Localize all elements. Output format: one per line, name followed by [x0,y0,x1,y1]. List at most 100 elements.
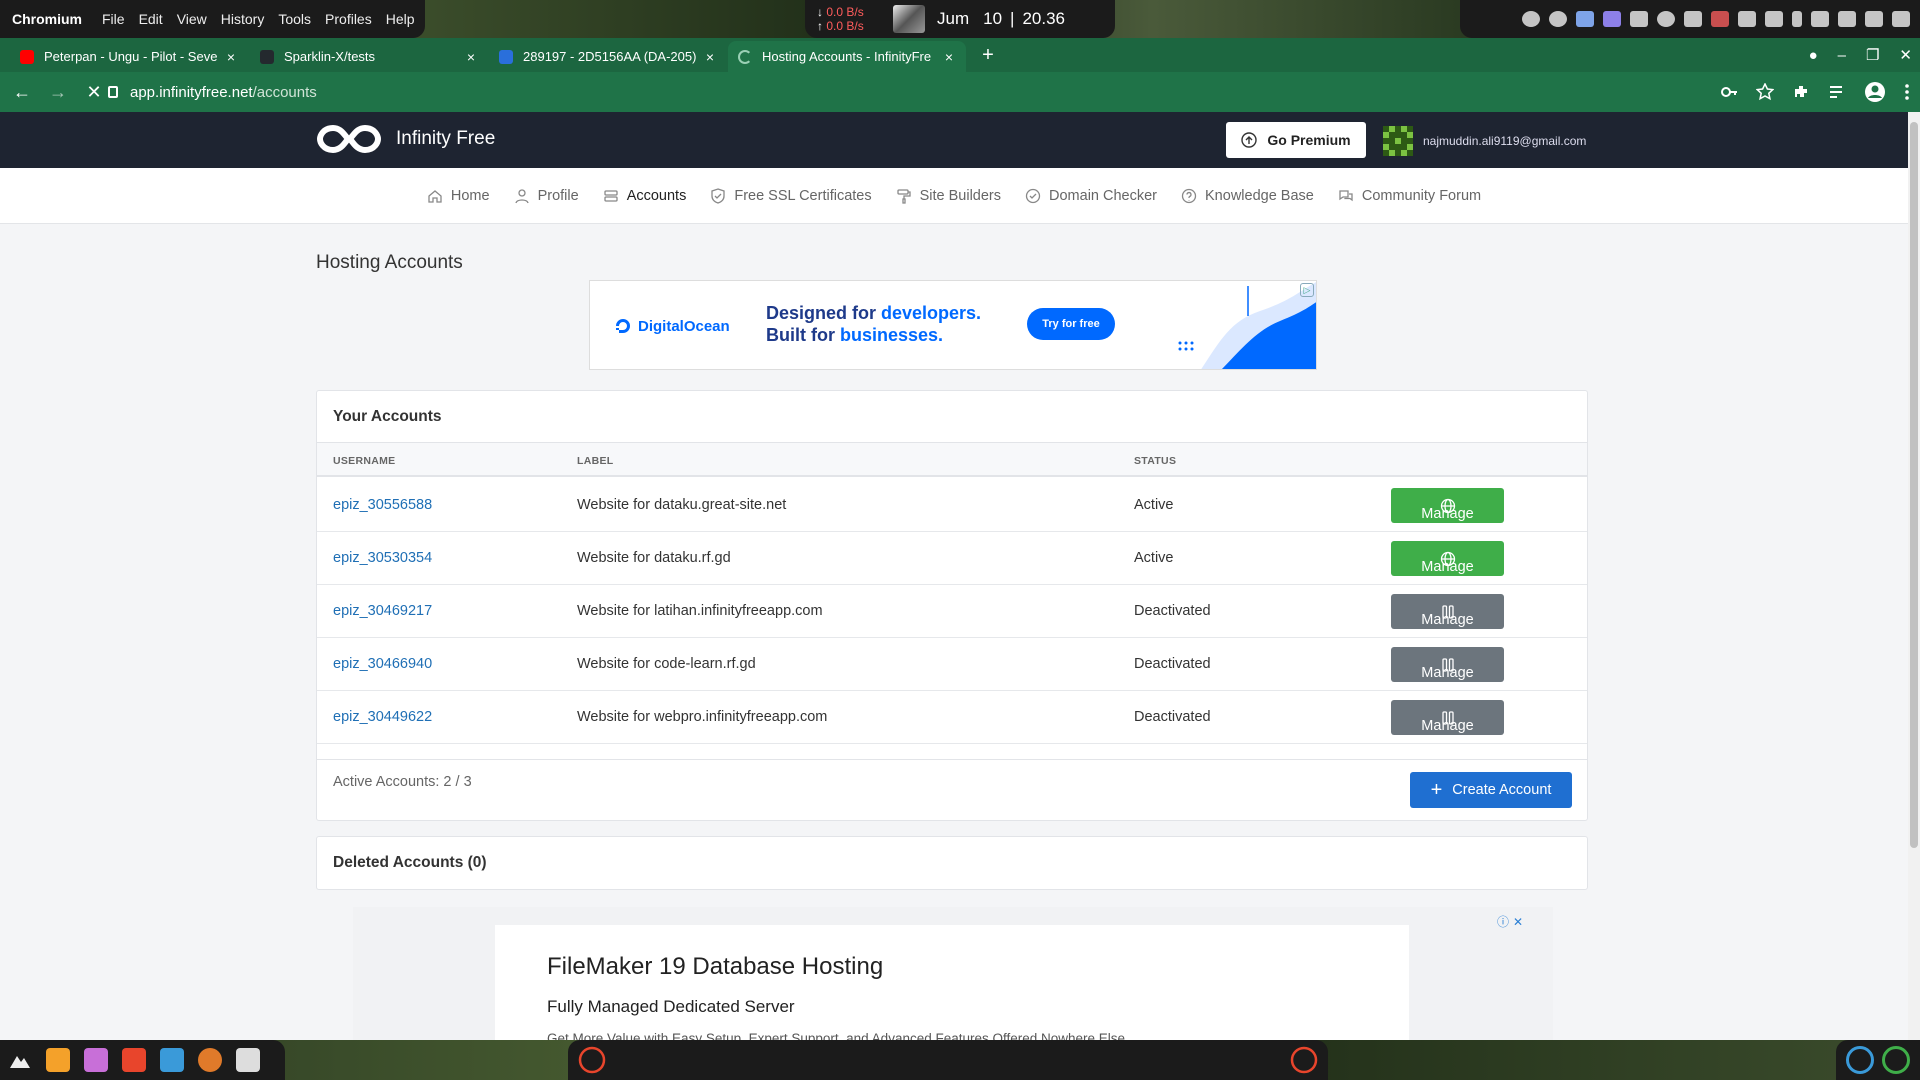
audio-visualizer [568,1040,1328,1080]
close-tab-icon[interactable]: × [224,49,238,65]
code-editor-icon[interactable] [1882,1046,1910,1074]
display-icon[interactable] [1765,11,1783,27]
nav-label: Community Forum [1361,187,1482,204]
phone-icon[interactable] [1792,11,1802,27]
maximize-icon[interactable]: ❐ [1866,46,1879,64]
profile-avatar-icon[interactable] [1864,81,1886,103]
manage-button[interactable]: Manage [1391,488,1504,523]
manage-button[interactable]: Manage [1391,594,1504,629]
ad-choices-icon[interactable]: ▷ [1300,283,1314,297]
key-icon[interactable] [1720,83,1738,101]
image-viewer-icon[interactable] [84,1048,108,1072]
bulb-icon[interactable] [1657,11,1675,27]
account-username-link[interactable]: epiz_30466940 [333,656,432,672]
clipboard-icon[interactable] [1630,11,1648,27]
go-premium-button[interactable]: Go Premium [1226,122,1366,158]
filemaker-ad[interactable]: ⓘ✕ FileMaker 19 Database Hosting Fully M… [353,907,1553,1040]
os-app-name[interactable]: Chromium [12,11,82,27]
kebab-menu-icon[interactable] [1904,83,1910,101]
account-username-link[interactable]: epiz_30530354 [333,550,432,566]
account-username-link[interactable]: epiz_30556588 [333,497,432,513]
user-tray-icon[interactable] [1603,11,1621,27]
mountain-menu-icon[interactable] [8,1048,32,1072]
document-icon[interactable] [236,1048,260,1072]
os-menu-item[interactable]: View [177,11,207,27]
browser-tab-active[interactable]: Hosting Accounts - InfinityFre × [728,41,966,72]
close-tab-icon[interactable]: × [703,49,717,65]
settings-icon[interactable] [198,1048,222,1072]
brightness-icon[interactable] [1738,11,1756,27]
nav-item-profile[interactable]: Profile [514,188,579,204]
your-accounts-card: Your Accounts USERNAME LABEL STATUS epiz… [316,390,1588,821]
os-menu-item[interactable]: Help [386,11,415,27]
infinity-logo-icon [316,124,382,154]
nav-item-community-forum[interactable]: Community Forum [1338,188,1481,204]
address-bar[interactable]: app.infinityfree.net /accounts [108,77,1780,107]
manage-button[interactable]: Manage [1391,700,1504,735]
os-menu-item[interactable]: Edit [139,11,163,27]
stop-button[interactable]: ✕ [80,78,108,106]
comments-icon [1339,189,1353,201]
deleted-accounts-card[interactable]: Deleted Accounts (0) [316,836,1588,890]
extensions-icon[interactable] [1792,83,1810,101]
card-title: Your Accounts [317,391,1587,443]
os-menu-item[interactable]: File [102,11,125,27]
close-tab-icon[interactable]: × [942,49,956,65]
manage-label: Manage [1421,665,1474,681]
new-tab-button[interactable]: + [978,44,998,67]
chrome-icon[interactable] [1846,1046,1874,1074]
os-menu-item[interactable]: Profiles [325,11,372,27]
pause-icon[interactable] [1549,11,1567,27]
playlist-icon[interactable] [1828,83,1846,101]
digitalocean-ad-banner[interactable]: DigitalOcean Designed for developers. Bu… [589,280,1317,370]
browser-tab[interactable]: 289197 - 2D5156AA (DA-205): I × [489,41,727,72]
settings-tray-icon[interactable] [1865,11,1883,27]
account-username-link[interactable]: epiz_30469217 [333,603,432,619]
question-circle-icon [1181,188,1197,203]
paint-roller-icon [896,188,911,204]
network-speed: ↓ 0.0 B/s ↑ 0.0 B/s [817,5,864,33]
manage-button[interactable]: Manage [1391,647,1504,682]
bluetooth-icon[interactable] [1576,11,1594,27]
terminal-icon[interactable] [160,1048,184,1072]
back-button[interactable]: ← [8,78,36,106]
site-logo[interactable]: Infinity Free [316,122,495,156]
text-editor-icon[interactable] [122,1048,146,1072]
browser-tab[interactable]: Peterpan - Ungu - Pilot - Seve × [10,41,248,72]
nav-item-free-ssl-certificates[interactable]: Free SSL Certificates [710,188,872,204]
github-icon [260,49,274,64]
ad-controls[interactable]: ⓘ✕ [1497,913,1527,930]
close-tab-icon[interactable]: × [464,49,478,65]
wifi-icon[interactable] [1838,11,1856,27]
os-menu-item[interactable]: History [221,11,265,27]
manage-button[interactable]: Manage [1391,541,1504,576]
try-for-free-button[interactable]: Try for free [1027,308,1115,340]
close-window-icon[interactable]: ✕ [1899,46,1912,64]
page-scrollbar[interactable] [1908,112,1920,1040]
account-status: Deactivated [1134,709,1211,725]
user-avatar[interactable] [1383,126,1413,156]
nav-item-domain-checker[interactable]: Domain Checker [1025,188,1157,204]
os-menu-item[interactable]: Tools [278,11,311,27]
bell-icon[interactable] [1522,11,1540,27]
user-email[interactable]: najmuddin.ali9119@gmail.com [1423,134,1586,148]
folder-icon[interactable] [46,1048,70,1072]
account-username-link[interactable]: epiz_30449622 [333,709,432,725]
arrow-up-circle-icon [1241,132,1258,148]
star-icon[interactable] [1756,83,1774,101]
keyboard-icon[interactable] [1811,11,1829,27]
nav-item-knowledge-base[interactable]: Knowledge Base [1181,188,1314,204]
battery-icon[interactable] [1711,11,1729,27]
browser-tab[interactable]: Sparklin-X/tests × [250,41,488,72]
minimize-icon[interactable]: – [1838,47,1846,64]
nav-item-home[interactable]: Home [427,188,490,204]
volume-icon[interactable] [1684,11,1702,27]
create-account-button[interactable]: + Create Account [1410,772,1572,808]
forward-button[interactable]: → [44,78,72,106]
speaker-icon[interactable] [1892,11,1910,27]
drop-icon [499,49,513,64]
scrollbar-thumb[interactable] [1910,122,1918,848]
nav-item-accounts[interactable]: Accounts [603,188,686,204]
nav-item-site-builders[interactable]: Site Builders [896,188,1001,204]
tab-search-icon[interactable]: ● [1809,47,1818,64]
